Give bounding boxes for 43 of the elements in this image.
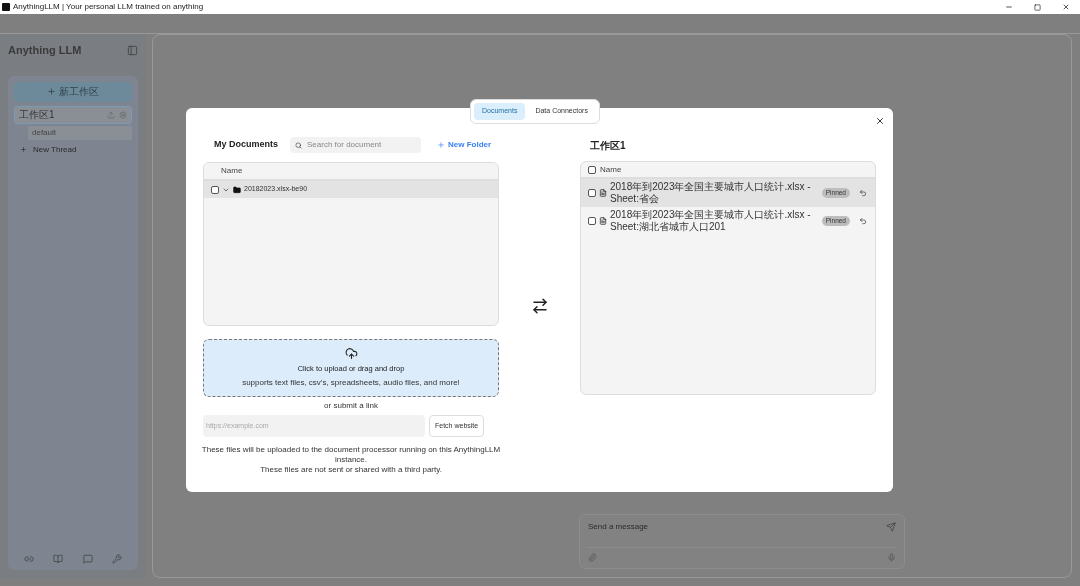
close-icon[interactable]: [875, 116, 885, 126]
checkbox[interactable]: [588, 165, 596, 174]
checkbox[interactable]: [588, 189, 596, 197]
minimize-icon[interactable]: [1005, 3, 1013, 11]
search-icon: [295, 141, 302, 149]
cloud-upload-icon: [344, 346, 358, 360]
plus-icon: [437, 141, 445, 149]
new-workspace-button[interactable]: 新工作区: [14, 81, 132, 102]
section-title: My Documents: [214, 138, 278, 152]
transfer-icon[interactable]: [530, 296, 549, 315]
new-folder-button[interactable]: New Folder: [437, 139, 492, 151]
plus-icon: [47, 87, 56, 96]
logo: Anything LLM: [8, 43, 82, 58]
column-header: Name: [600, 163, 622, 176]
link-label: or submit a link: [324, 400, 378, 412]
thread-item[interactable]: default: [28, 125, 132, 140]
sidebar-toggle-icon[interactable]: [127, 44, 138, 56]
plus-icon: [20, 146, 27, 153]
checkbox[interactable]: [588, 217, 596, 225]
wrench-icon[interactable]: [112, 554, 123, 564]
window-title: AnythingLLM | Your personal LLM trained on anything: [13, 3, 204, 11]
link-icon[interactable]: [23, 554, 34, 564]
file-icon: [599, 217, 607, 225]
close-icon[interactable]: [1062, 3, 1070, 11]
new-thread-button[interactable]: New Thread: [20, 143, 132, 156]
send-icon[interactable]: [886, 522, 896, 532]
column-header: Name: [221, 165, 243, 177]
upload-subtitle: supports text files, csv's, spreadsheets, audio files, and more!: [242, 377, 460, 390]
folder-icon: [233, 185, 241, 194]
file-name: 2018年到2023年全国主要城市人口统计.xlsx - Sheet:湖北省城市人口201: [610, 209, 812, 233]
file-name: 2018年到2023年全国主要城市人口统计.xlsx - Sheet:省会: [610, 181, 812, 205]
book-icon[interactable]: [53, 554, 64, 564]
notice-text: These files will be uploaded to the document processor running on this AnythingLLM instance.: [200, 445, 502, 465]
app-logo-icon: [2, 3, 10, 11]
maximize-icon[interactable]: [1034, 3, 1041, 11]
file-icon: [599, 189, 607, 197]
message-input[interactable]: Send a message: [588, 521, 649, 533]
remove-icon[interactable]: [859, 217, 867, 225]
notice-text: These files are not sent or shared with a third party.: [260, 465, 442, 475]
remove-icon[interactable]: [859, 189, 867, 197]
section-title: 工作区1: [590, 138, 626, 153]
checkbox[interactable]: [211, 185, 219, 194]
search-field[interactable]: Search for document: [290, 137, 421, 153]
